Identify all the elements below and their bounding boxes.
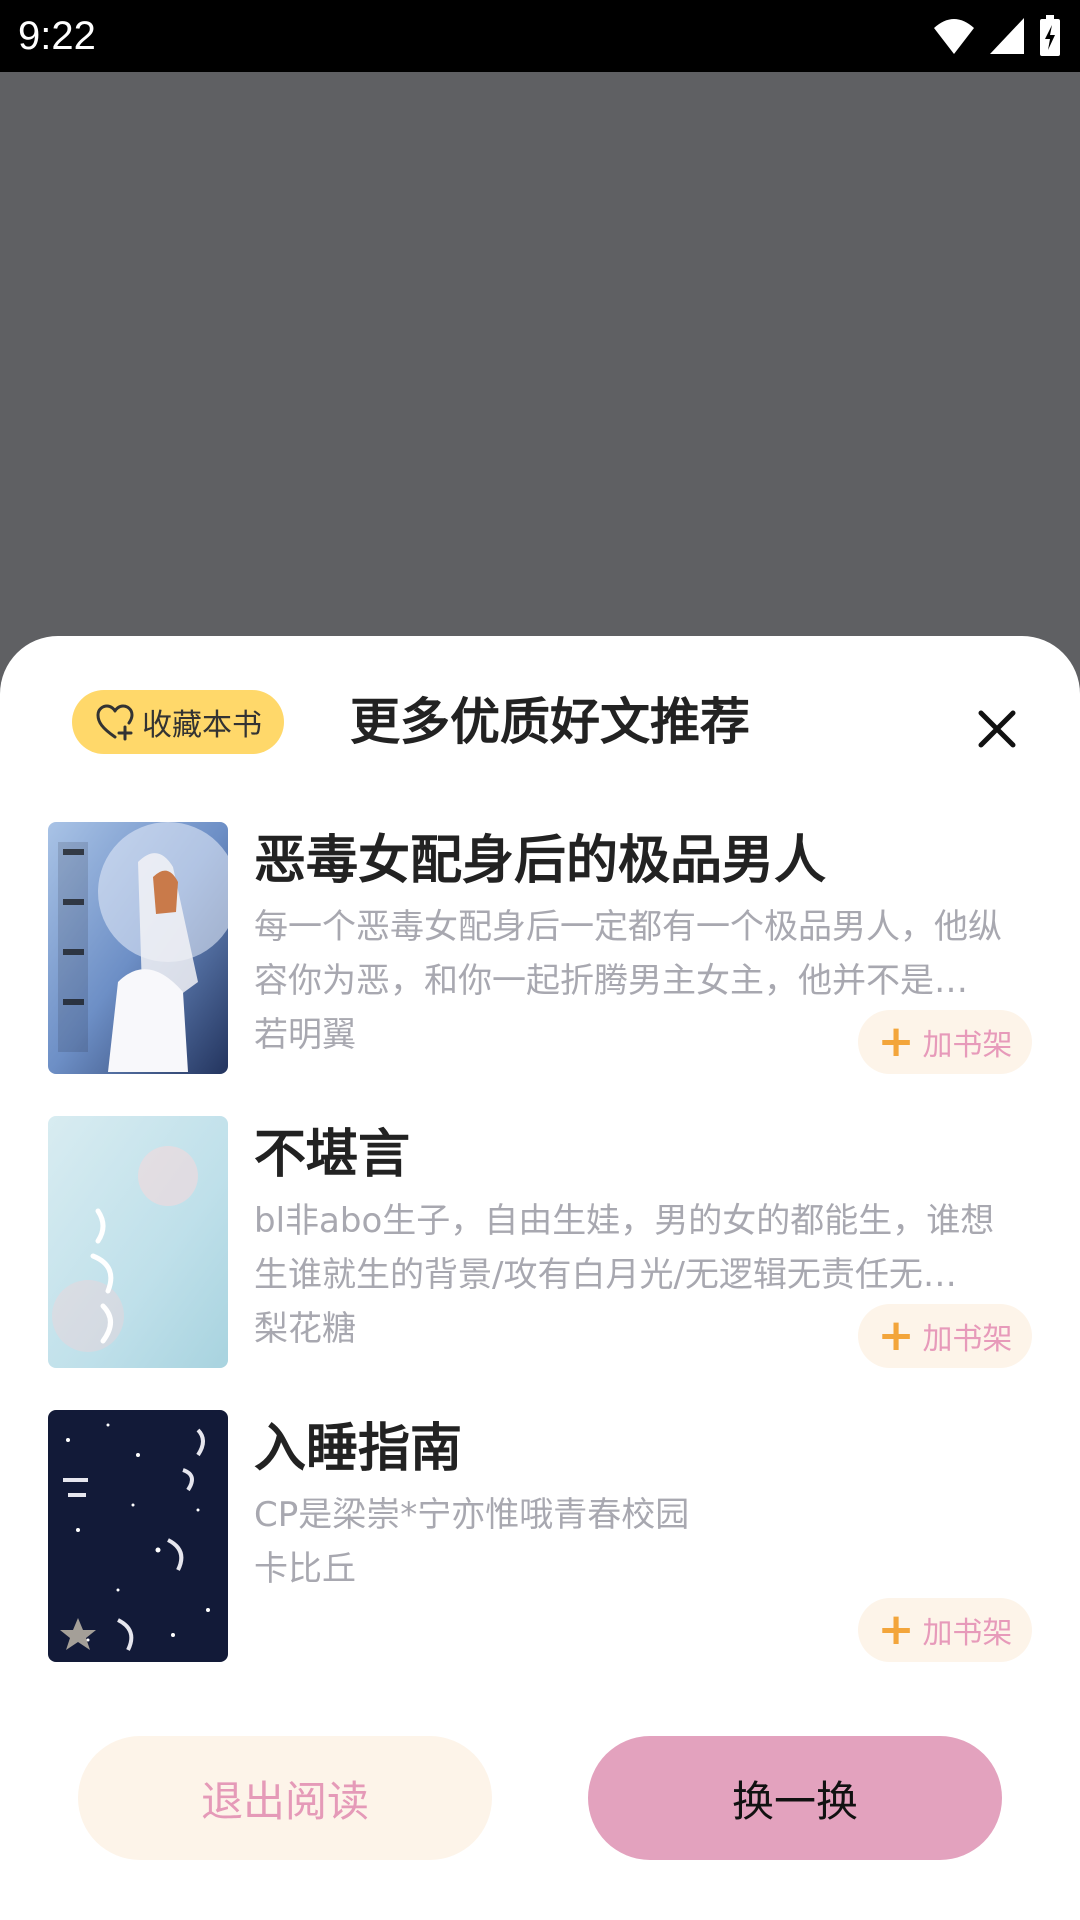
plus-icon: + [877,1310,915,1361]
book-title: 不堪言 [254,1125,411,1185]
exit-reading-button[interactable]: 退出阅读 [78,1736,492,1860]
book-description: CP是梁崇*宁亦惟哦青春校园 [254,1495,690,1535]
book-description: 每一个恶毒女配身后一定都有一个极品男人，他纵容你为恶，和你一起折腾男主女主，他并… [254,907,1002,1001]
refresh-recommendations-button[interactable]: 换一换 [588,1736,1002,1860]
close-button[interactable] [968,700,1026,758]
add-to-shelf-button[interactable]: + 加书架 [858,1010,1032,1074]
close-icon [978,710,1016,748]
favorite-book-label: 收藏本书 [142,708,262,743]
favorite-book-button[interactable]: 收藏本书 [72,690,284,754]
heart-plus-icon [96,704,134,741]
add-to-shelf-label: 加书架 [922,1322,1013,1357]
recommendation-sheet: 收藏本书 更多优质好文推荐 恶毒女配身后的极品男人 每一个恶毒女配身后一定都有一… [0,636,1080,1920]
add-to-shelf-label: 加书架 [922,1616,1013,1651]
plus-icon: + [877,1016,915,1067]
book-description: bl非abo生子，自由生娃，男的女的都能生，谁想生谁就生的背景/攻有白月光/无逻… [254,1201,995,1295]
book-title: 入睡指南 [254,1419,463,1479]
plus-icon: + [877,1604,915,1655]
book-item[interactable]: 入睡指南 CP是梁崇*宁亦惟哦青春校园 卡比丘 + 加书架 [48,1410,1033,1662]
book-title: 恶毒女配身后的极品男人 [254,831,827,891]
signal-icon [990,18,1024,54]
book-cover[interactable] [48,1116,228,1368]
add-to-shelf-label: 加书架 [922,1028,1013,1063]
book-author: 梨花糖 [254,1309,356,1349]
battery-icon [1040,15,1060,56]
add-to-shelf-button[interactable]: + 加书架 [858,1304,1032,1368]
status-time: 9:22 [18,14,96,58]
add-to-shelf-button[interactable]: + 加书架 [858,1598,1032,1662]
book-cover[interactable] [48,1410,228,1662]
status-icons [932,14,1062,58]
book-author: 卡比丘 [254,1549,356,1589]
status-bar: 9:22 [0,0,1080,72]
book-item[interactable]: 不堪言 bl非abo生子，自由生娃，男的女的都能生，谁想生谁就生的背景/攻有白月… [48,1116,1033,1368]
wifi-icon [934,19,974,54]
book-item[interactable]: 恶毒女配身后的极品男人 每一个恶毒女配身后一定都有一个极品男人，他纵容你为恶，和… [48,822,1033,1074]
book-author: 若明翼 [254,1015,356,1055]
sheet-title: 更多优质好文推荐 [350,693,750,751]
book-cover[interactable] [48,822,228,1074]
dim-overlay[interactable] [0,72,1080,636]
